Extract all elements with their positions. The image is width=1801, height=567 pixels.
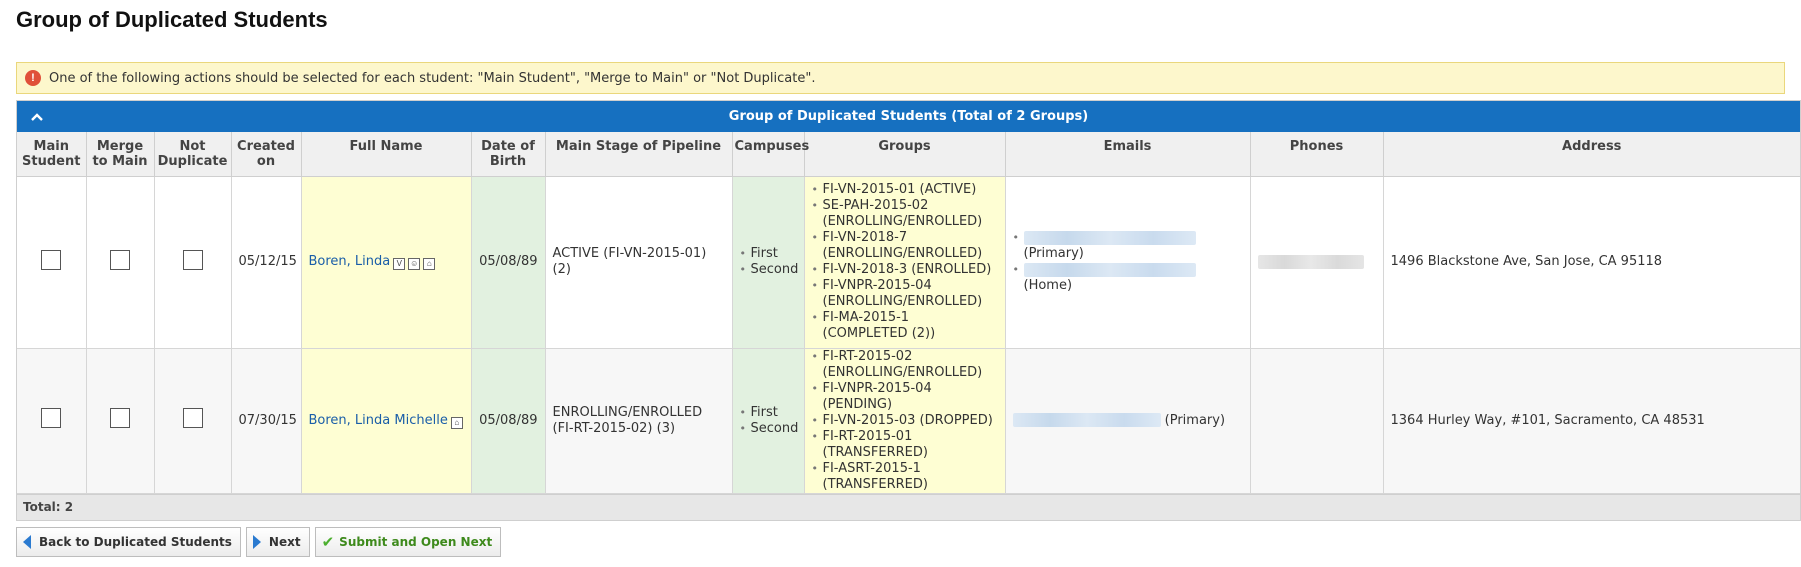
group-item: SE-PAH-2015-02 (ENROLLING/ENROLLED) <box>812 198 998 230</box>
group-item: FI-VN-2015-01 (ACTIVE) <box>812 182 998 198</box>
email-type-label: (Primary) <box>1023 246 1084 261</box>
group-item: FI-MA-2015-1 (COMPLETED (2)) <box>812 310 998 342</box>
next-button-label: Next <box>268 534 301 549</box>
campus-item: Second <box>740 421 799 437</box>
col-header-address[interactable]: Address <box>1383 132 1800 177</box>
col-header-date-of-birth[interactable]: Date of Birth <box>471 132 546 177</box>
validation-alert: ! One of the following actions should be… <box>16 62 1785 94</box>
email-type-label: (Primary) <box>1164 412 1226 428</box>
col-header-not-duplicate[interactable]: Not Duplicate <box>154 132 232 177</box>
grid-title: Group of Duplicated Students (Total of 2… <box>728 109 1089 124</box>
alert-circle-icon: ! <box>25 70 41 86</box>
arrow-left-icon <box>23 534 31 549</box>
submit-button-label: Submit and Open Next <box>339 534 493 549</box>
checkmark-icon: ✔ <box>321 532 335 551</box>
col-header-phones[interactable]: Phones <box>1250 132 1384 177</box>
created-on-cell: 05/12/15 <box>231 176 302 349</box>
not-duplicate-cell <box>154 176 232 349</box>
table-row: 07/30/15 Boren, Linda Michelle ⌂ 05/08/89… <box>17 348 1800 494</box>
submit-and-open-next-button[interactable]: ✔ Submit and Open Next <box>314 526 502 557</box>
full-name-cell: Boren, Linda V ☺ ⌂ <box>301 176 472 349</box>
campuses-cell: First Second <box>732 176 805 349</box>
collapse-icon[interactable] <box>27 107 47 127</box>
col-header-emails[interactable]: Emails <box>1005 132 1251 177</box>
action-buttons: Back to Duplicated Students Next ✔ Submi… <box>16 526 1785 557</box>
total-count: Total: 2 <box>17 493 1800 520</box>
not-duplicate-checkbox[interactable] <box>182 408 203 428</box>
verified-icon[interactable]: V <box>393 258 406 270</box>
date-of-birth-cell: 05/08/89 <box>471 176 546 349</box>
col-header-merge-to-main[interactable]: Merge to Main <box>86 132 155 177</box>
group-item: FI-VNPR-2015-04 (PENDING) <box>812 381 998 413</box>
group-item: FI-VNPR-2015-04 (ENROLLING/ENROLLED) <box>812 278 998 310</box>
table-row: 05/12/15 Boren, Linda V ☺ ⌂ 05/08/89 ACTIVE… <box>17 176 1800 349</box>
duplicates-grid: Group of Duplicated Students (Total of 2… <box>16 100 1801 521</box>
back-to-duplicated-students-button[interactable]: Back to Duplicated Students <box>16 526 241 557</box>
main-student-checkbox[interactable] <box>41 249 62 270</box>
address-cell: 1364 Hurley Way, #101, Sacramento, CA 48… <box>1383 348 1800 494</box>
student-name-link[interactable]: Boren, Linda Michelle <box>309 413 448 428</box>
main-stage-cell: ENROLLING/ENROLLED (FI-RT-2015-02) (3) <box>545 348 733 494</box>
created-on-cell: 07/30/15 <box>231 348 302 494</box>
group-item: FI-RT-2015-02 (ENROLLING/ENROLLED) <box>812 349 998 381</box>
col-header-campuses[interactable]: Campuses <box>732 132 809 177</box>
phones-cell <box>1250 348 1384 494</box>
email-item: (Home) <box>1013 262 1243 294</box>
col-header-main-stage[interactable]: Main Stage of Pipeline <box>545 132 733 177</box>
merge-to-main-checkbox[interactable] <box>110 249 130 270</box>
redacted-email <box>1012 413 1161 427</box>
back-button-label: Back to Duplicated Students <box>39 534 232 549</box>
campuses-cell: First Second <box>732 348 805 494</box>
group-item: FI-VN-2015-03 (DROPPED) <box>812 413 998 429</box>
table-header-row: Main Student Merge to Main Not Duplicate… <box>17 132 1800 177</box>
main-student-cell <box>17 348 87 494</box>
main-stage-cell: ACTIVE (FI-VN-2015-01) (2) <box>545 176 733 349</box>
address-cell: 1496 Blackstone Ave, San Jose, CA 95118 <box>1383 176 1800 349</box>
not-duplicate-cell <box>154 348 232 494</box>
home-icon[interactable]: ⌂ <box>450 416 463 429</box>
main-student-cell <box>17 176 87 349</box>
merge-to-main-cell <box>86 348 155 494</box>
student-name-link[interactable]: Boren, Linda <box>309 254 391 269</box>
grid-header: Group of Duplicated Students (Total of 2… <box>17 101 1800 132</box>
group-item: FI-VN-2018-3 (ENROLLED) <box>812 262 998 278</box>
group-item: FI-RT-2015-01 (TRANSFERRED) <box>812 429 998 461</box>
campus-item: Second <box>740 262 799 278</box>
campus-item: First <box>740 405 797 421</box>
main-student-checkbox[interactable] <box>41 408 62 428</box>
person-icon[interactable]: ☺ <box>408 258 421 270</box>
home-icon[interactable]: ⌂ <box>423 258 436 270</box>
group-item: FI-VN-2018-7 (ENROLLING/ENROLLED) <box>812 230 998 262</box>
duplicates-table: Main Student Merge to Main Not Duplicate… <box>17 132 1800 494</box>
merge-to-main-cell <box>86 176 155 349</box>
arrow-right-icon <box>252 534 261 549</box>
alert-text: One of the following actions should be s… <box>49 70 816 86</box>
full-name-cell: Boren, Linda Michelle ⌂ <box>301 348 472 494</box>
emails-cell: (Primary) <box>1005 348 1251 494</box>
campus-item: First <box>740 246 797 262</box>
next-button[interactable]: Next <box>245 526 310 557</box>
not-duplicate-checkbox[interactable] <box>182 249 203 270</box>
page-title: Group of Duplicated Students <box>16 7 328 32</box>
emails-cell: (Primary) (Home) <box>1005 176 1251 349</box>
merge-to-main-checkbox[interactable] <box>110 408 130 428</box>
col-header-groups[interactable]: Groups <box>804 132 1006 177</box>
page: Group of Duplicated Students ! One of th… <box>0 0 1801 557</box>
redacted-email <box>1023 262 1196 277</box>
col-header-full-name[interactable]: Full Name <box>301 132 472 177</box>
group-item: FI-ASRT-2015-1 (TRANSFERRED) <box>812 461 998 493</box>
email-type-label: (Home) <box>1023 278 1073 293</box>
date-of-birth-cell: 05/08/89 <box>471 348 546 494</box>
groups-cell: FI-RT-2015-02 (ENROLLING/ENROLLED) FI-VN… <box>804 348 1006 494</box>
col-header-created-on[interactable]: Created on <box>231 132 302 177</box>
groups-cell: FI-VN-2015-01 (ACTIVE) SE-PAH-2015-02 (E… <box>804 176 1006 349</box>
redacted-phone <box>1257 254 1364 269</box>
email-item: (Primary) <box>1013 230 1243 262</box>
phones-cell <box>1250 176 1384 349</box>
redacted-email <box>1023 230 1196 245</box>
col-header-main-student[interactable]: Main Student <box>17 132 87 177</box>
